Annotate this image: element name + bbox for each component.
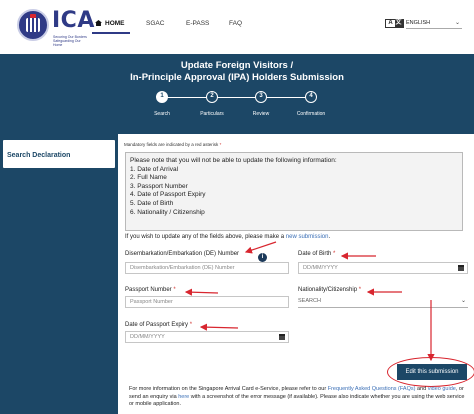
nationality-select[interactable]: SEARCH ⌄ [298,296,468,308]
language-value: ENGLISH [406,20,431,26]
passport-expiry-placeholder: DD/MM/YYYY [130,334,165,340]
step-1-circle: 1 [156,91,168,103]
de-number-label-text: Disembarkation/Embarkation (DE) Number [125,251,240,257]
passport-number-input[interactable]: Passport Number [125,296,289,308]
update-instruction-end: . [328,234,331,240]
info-icon[interactable]: i [258,253,267,262]
passport-expiry-label-text: Date of Passport Expiry [125,322,189,328]
nationality-placeholder: SEARCH [298,298,321,304]
required-asterisk: * [358,287,362,293]
nav-active-indicator [92,32,130,34]
nav-sgac[interactable]: SGAC [146,20,164,34]
language-select[interactable]: ENGLISH ⌄ [406,19,462,29]
required-asterisk: * [219,142,222,147]
passport-label: Passport Number * [125,287,176,293]
home-icon [95,20,102,26]
sidebar-item-search-declaration[interactable]: Search Declaration [3,140,115,168]
language-icon-a: A [388,20,393,26]
dob-label: Date of Birth * [298,251,335,257]
nationality-label-text: Nationality/Citizenship [298,287,358,293]
dob-input[interactable]: DD/MM/YYYY [298,262,468,274]
footer-text: For more information on the Singapore Ar… [129,386,328,392]
mandatory-note: Mandatory fields are indicated by a red … [124,142,221,147]
dob-label-text: Date of Birth [298,251,332,257]
stepper-line [163,97,313,98]
passport-label-text: Passport Number [125,287,172,293]
nationality-label: Nationality/Citizenship * [298,287,361,293]
info-box: Please note that you will not be able to… [125,152,463,231]
passport-expiry-label: Date of Passport Expiry * [125,322,192,328]
language-icon: A文 [385,19,404,28]
faq-link[interactable]: Frequently Asked Questions (FAQs) [328,386,416,392]
nav-home-label: HOME [105,20,125,27]
calendar-icon[interactable] [458,265,464,271]
update-instruction-text: If you wish to update any of the fields … [125,234,286,240]
step-3-circle: 3 [255,91,267,103]
de-number-label: Disembarkation/Embarkation (DE) Number [125,251,239,257]
chevron-down-icon: ⌄ [454,20,460,26]
nav-faq[interactable]: FAQ [229,20,242,34]
info-line: 5. Date of Birth [130,199,174,207]
highlight-ring [387,357,474,387]
info-line: 4. Date of Passport Expiry [130,191,206,199]
calendar-icon[interactable] [279,334,285,340]
page-title-line1: Update Foreign Visitors / [180,60,294,71]
help-footer-note: For more information on the Singapore Ar… [129,386,469,409]
enquiry-link[interactable]: here [178,394,189,400]
new-submission-link[interactable]: new submission [286,234,329,240]
mandatory-note-text: Mandatory fields are indicated by a red … [124,142,219,147]
ica-logo-tagline: Securing Our Borders Safeguarding Our Ho… [53,35,87,47]
page-title: Update Foreign Visitors / In-Principle A… [0,60,474,84]
passport-expiry-input[interactable]: DD/MM/YYYY [125,331,289,343]
dob-placeholder: DD/MM/YYYY [303,265,338,271]
info-line: 6. Nationality / Citizenship [130,208,205,216]
nav-epass[interactable]: E-PASS [186,20,209,34]
de-number-input[interactable]: Disembarkation/Embarkation (DE) Number [125,262,289,274]
info-line: 2. Full Name [130,174,167,182]
sidebar: Search Declaration [0,134,118,414]
page-banner: Update Foreign Visitors / In-Principle A… [0,54,474,134]
required-asterisk: * [173,287,176,293]
footer-text: and [415,386,428,392]
step-4-circle: 4 [305,91,317,103]
required-asterisk: * [333,251,336,257]
step-2-circle: 2 [206,91,218,103]
video-guide-link[interactable]: video guide [428,386,456,392]
step-4-label: Confirmation [296,111,326,117]
ica-logo-text[interactable]: ICA [52,8,95,33]
info-line: Please note that you will not be able to… [130,157,337,164]
required-asterisk: * [189,322,193,328]
info-line: 3. Passport Number [130,182,188,190]
info-line: 1. Date of Arrival [130,165,179,173]
update-instruction: If you wish to update any of the fields … [125,234,330,240]
ica-seal-logo[interactable] [17,9,49,41]
chevron-down-icon: ⌄ [460,298,466,304]
site-header: ICA Securing Our Borders Safeguarding Ou… [0,0,474,54]
language-icon-b: 文 [394,20,403,27]
page-title-line2: In-Principle Approval (IPA) Holders Subm… [130,72,344,83]
